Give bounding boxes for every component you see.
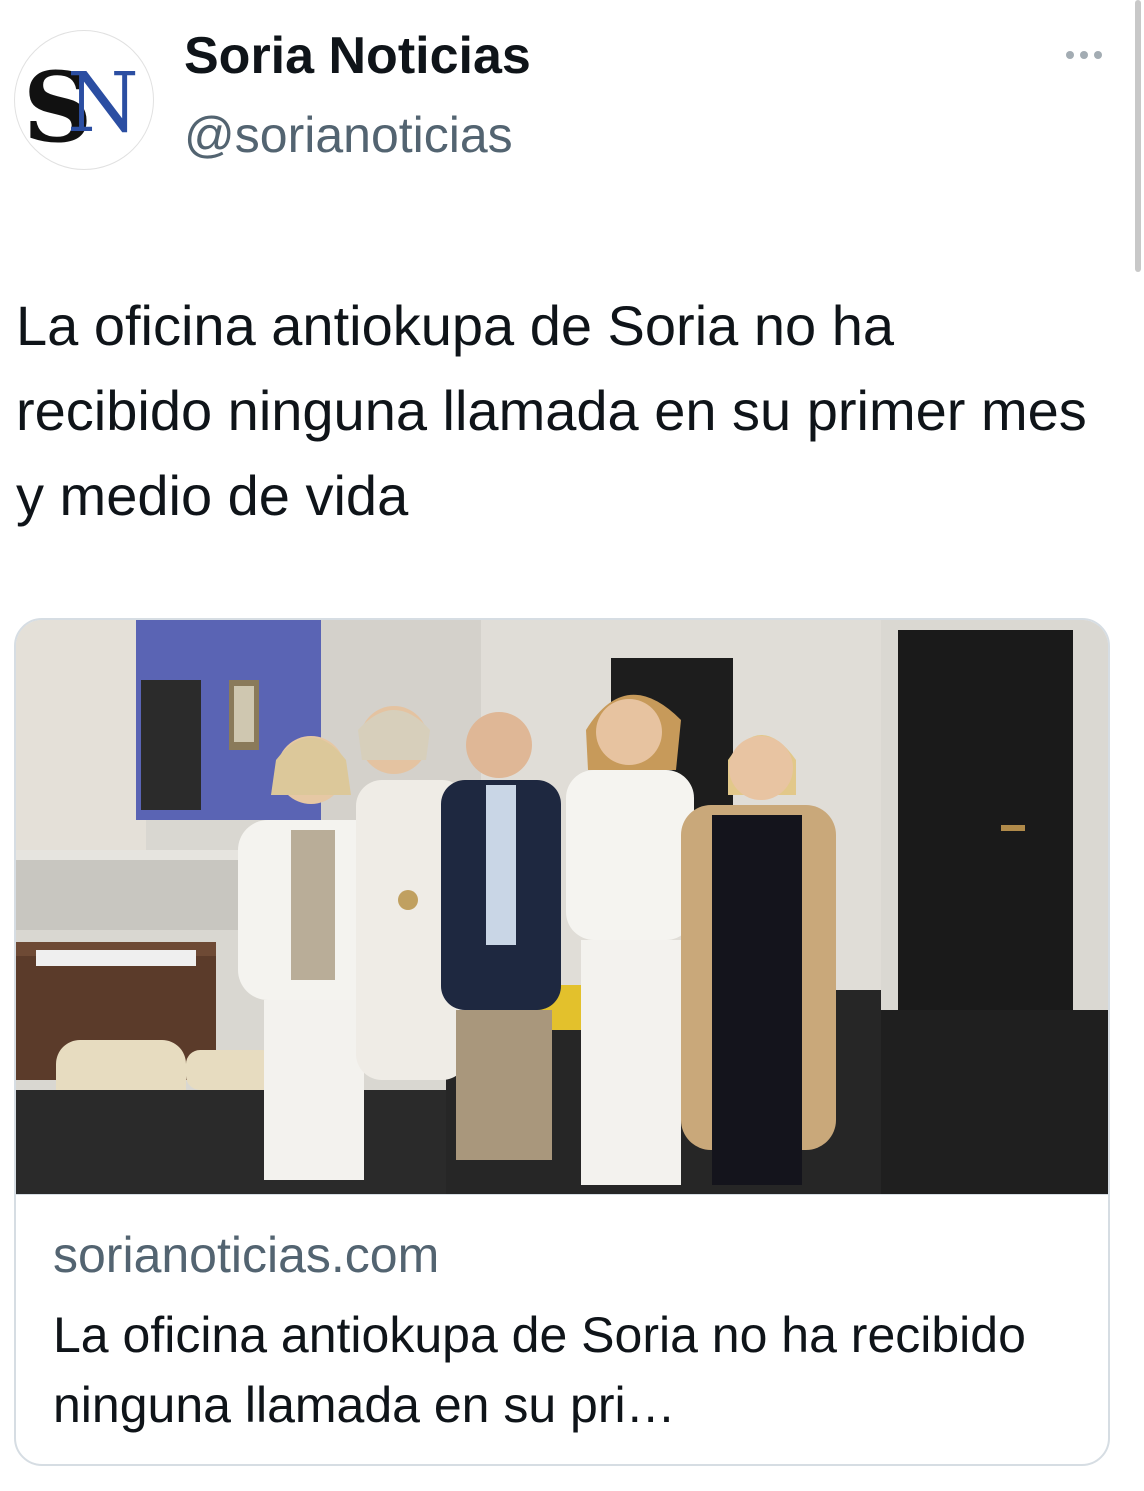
link-card-title: La oficina antiokupa de Soria no ha reci… xyxy=(53,1307,1026,1433)
office-photo xyxy=(16,620,1108,1194)
more-horizontal-icon xyxy=(1080,51,1088,59)
svg-text:N: N xyxy=(67,56,139,151)
display-name[interactable]: Soria Noticias xyxy=(184,26,531,86)
tweet-text: La oficina antiokupa de Soria no ha reci… xyxy=(16,294,1087,527)
link-card-image xyxy=(16,620,1108,1195)
more-horizontal-icon xyxy=(1066,51,1074,59)
link-card[interactable]: sorianoticias.com La oficina antiokupa d… xyxy=(14,618,1110,1466)
sn-logo-icon: S N xyxy=(23,51,139,164)
user-handle[interactable]: @sorianoticias xyxy=(184,105,513,165)
scrollbar[interactable] xyxy=(1135,0,1141,272)
avatar[interactable]: S N xyxy=(14,30,154,170)
more-options-button[interactable] xyxy=(1054,40,1114,70)
link-card-domain: sorianoticias.com xyxy=(53,1227,440,1283)
more-horizontal-icon xyxy=(1094,51,1102,59)
